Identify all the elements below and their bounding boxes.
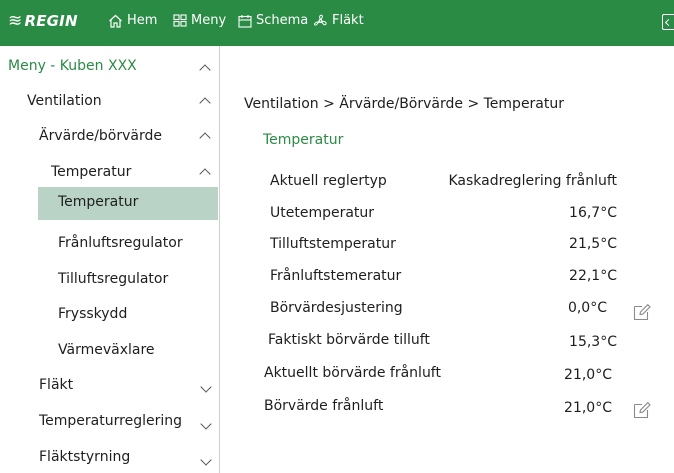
- sidebar-item-tilluftsregulator[interactable]: Tilluftsregulator: [58, 271, 168, 287]
- nav-fan-label: Fläkt: [332, 13, 364, 28]
- row-value-utetemperatur: 16,7°C: [569, 205, 617, 221]
- regin-logo[interactable]: ≋ REGIN: [8, 11, 78, 31]
- row-value-borvardesjustering: 0,0°C: [567, 300, 607, 316]
- row-value-aktuell-reglertyp: Kaskadreglering frånluft: [448, 173, 617, 189]
- row-label-faktiskt-borvarde-tilluft: Faktiskt börvärde tilluft: [268, 332, 430, 348]
- sidebar-item-temperatur-group[interactable]: Temperatur: [51, 164, 131, 180]
- row-value-franluftstemeratur: 22,1°C: [569, 268, 617, 284]
- nav-home[interactable]: Hem: [108, 13, 157, 28]
- nav-schedule-label: Schema: [256, 13, 309, 28]
- nav-fan[interactable]: Fläkt: [313, 13, 364, 28]
- row-value-aktuellt-borvarde-franluft: 21,0°C: [564, 367, 612, 383]
- nav-menu-label: Meny: [191, 13, 227, 28]
- nav-menu[interactable]: Meny: [173, 13, 226, 28]
- edit-icon[interactable]: [632, 302, 652, 322]
- brand-name: REGIN: [24, 12, 78, 30]
- sidebar-item-flakt[interactable]: Fläkt: [39, 377, 73, 393]
- row-label-borvardesjustering: Börvärdesjustering: [270, 300, 403, 316]
- sidebar-item-franluftsregulator[interactable]: Frånluftsregulator: [58, 235, 183, 251]
- fan-icon: [314, 14, 327, 26]
- sidebar-item-ventilation[interactable]: Ventilation: [27, 93, 102, 109]
- sidebar-item-flaktstyrning[interactable]: Fläktstyrning: [39, 449, 130, 465]
- sidebar-item-temperatur[interactable]: Temperatur: [58, 194, 138, 210]
- logout-icon[interactable]: [662, 14, 674, 30]
- sidebar-item-varmevaxlare[interactable]: Värmeväxlare: [58, 342, 155, 358]
- row-label-franluftstemeratur: Frånluftstemeratur: [270, 268, 402, 284]
- row-label-utetemperatur: Utetemperatur: [270, 205, 375, 221]
- sidebar-item-frysskydd[interactable]: Frysskydd: [58, 306, 127, 322]
- row-label-aktuell-reglertyp: Aktuell reglertyp: [270, 173, 387, 189]
- row-label-tilluftstemperatur: Tilluftstemperatur: [270, 236, 396, 252]
- section-title: Temperatur: [263, 132, 344, 148]
- sidebar-item-arvarde-borvarde[interactable]: Ärvärde/börvärde: [39, 128, 162, 144]
- breadcrumb: Ventilation > Ärvärde/Börvärde > Tempera…: [244, 96, 565, 112]
- nav-schedule[interactable]: Schema: [238, 13, 308, 28]
- home-icon: [109, 14, 122, 28]
- row-value-borvarde-franluft: 21,0°C: [564, 400, 612, 416]
- row-value-faktiskt-borvarde-tilluft: 15,3°C: [569, 334, 617, 350]
- top-bar: ≋ REGIN Hem Meny Schema Fläkt: [0, 0, 674, 46]
- grid-icon: [173, 14, 187, 27]
- sidebar-title[interactable]: Meny - Kuben XXX: [8, 58, 137, 74]
- row-value-tilluftstemperatur: 21,5°C: [569, 236, 617, 252]
- nav-home-label: Hem: [127, 13, 158, 28]
- row-label-borvarde-franluft: Börvärde frånluft: [264, 398, 384, 414]
- sidebar-menu: [0, 46, 220, 473]
- waves-icon: ≋: [8, 11, 23, 31]
- edit-icon[interactable]: [632, 400, 652, 420]
- sidebar-item-temperaturreglering[interactable]: Temperaturreglering: [39, 413, 182, 429]
- row-label-aktuellt-borvarde-franluft: Aktuellt börvärde frånluft: [264, 365, 441, 381]
- calendar-icon: [238, 14, 252, 28]
